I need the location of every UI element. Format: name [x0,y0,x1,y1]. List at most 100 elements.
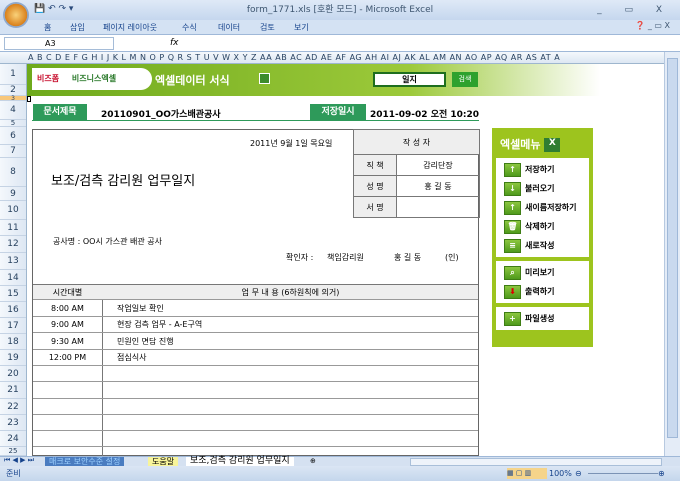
entry-task[interactable]: 작업일보 확인 [117,301,164,317]
search-button[interactable]: 검색 [452,72,478,87]
row-11[interactable]: 11 [0,220,26,236]
row-9[interactable]: 9 [0,187,26,201]
entry-task[interactable]: 현장 검측 업무 - A-E구역 [117,317,202,333]
row-4[interactable]: 4 [0,101,26,120]
row-headers[interactable]: 1 2 3 4 5 6 7 8 9 10 11 12 13 14 15 16 1… [0,64,27,456]
open-icon: ↓ [504,181,521,196]
table-row [33,399,478,415]
log-date[interactable]: 2011년 9월 1일 목요일 [250,138,332,149]
menu-preview[interactable]: ⌕ 미리보기 [496,263,589,282]
bizform-logo: 비즈폼 [37,74,60,83]
menu-open[interactable]: ↓ 불러오기 [496,179,589,198]
row-18[interactable]: 18 [0,334,26,350]
tab-review[interactable]: 검토 [260,22,275,33]
tab-insert[interactable]: 삽입 [70,22,85,33]
zoom-slider[interactable] [588,473,658,474]
project-name[interactable]: 공사명 : OO시 가스관 배관 공사 [53,236,162,247]
ribbon-tabs: 홈 삽입 페이지 레이아웃 수식 데이터 검토 보기 ❓ _ ▭ X [0,20,680,35]
entry-time[interactable]: 9:30 AM [33,334,102,350]
table-row [33,366,478,383]
table-row: 9:30 AM 민원인 면담 진행 [33,334,478,350]
row-25[interactable]: 25 [0,447,26,456]
tab-view[interactable]: 보기 [294,22,309,33]
row-13[interactable]: 13 [0,253,26,270]
row-7[interactable]: 7 [0,145,26,158]
quick-access-toolbar[interactable]: 💾 ↶ ↷ ▾ [34,4,73,14]
author-sign[interactable] [396,196,480,218]
author-label-name: 성 명 [353,175,397,197]
menu-print-label: 출력하기 [525,287,555,296]
doc-title-label: 문서제목 [33,104,87,121]
table-row: 12:00 PM 점심식사 [33,350,478,366]
zoom-out-icon[interactable]: ⊖ [575,466,582,481]
menu-save-as-label: 새이름저장하기 [525,203,577,212]
entry-task[interactable]: 점심식사 [117,350,146,366]
column-headers[interactable]: A B C D E F G H I J K L M N O P Q R S T … [0,52,664,64]
header-time: 시간대별 [52,288,83,297]
menu-print[interactable]: ⬇ 출력하기 [496,282,589,301]
entry-task[interactable]: 민원인 면담 진행 [117,334,174,350]
menu-create-file-label: 파일생성 [525,314,555,323]
row-5[interactable]: 5 [0,120,26,127]
row-12[interactable]: 12 [0,236,26,253]
entry-time[interactable]: 12:00 PM [33,350,102,366]
row-8[interactable]: 8 [0,158,26,187]
office-button[interactable] [3,2,29,28]
menu-delete[interactable]: 🗑 삭제하기 [496,217,589,236]
search-input[interactable]: 일지 [373,72,446,87]
menu-new[interactable]: ≡ 새로작성 [496,236,589,255]
saved-label: 저장일시 [310,104,366,121]
zoom-in-icon[interactable]: ⊕ [658,466,665,481]
menu-save-as[interactable]: ↑ 새이름저장하기 [496,198,589,217]
formula-input[interactable] [182,36,662,51]
tab-home[interactable]: 홈 [44,22,51,33]
insert-sheet-icon[interactable]: ⊕ [310,457,316,465]
sheet-tab-macro[interactable]: 매크로 보안수준 설정 [45,457,125,466]
menu-title: 엑셀메뉴 X [492,128,593,158]
tab-nav-arrows[interactable]: ⏮ ◀ ▶ ⏭ [4,456,34,465]
tab-page-layout[interactable]: 페이지 레이아웃 [103,22,157,33]
row-17[interactable]: 17 [0,318,26,334]
row-10[interactable]: 10 [0,201,26,220]
scroll-thumb[interactable] [667,58,678,438]
entry-time[interactable]: 8:00 AM [33,301,102,317]
row-6[interactable]: 6 [0,127,26,145]
row-16[interactable]: 16 [0,302,26,318]
vertical-scrollbar[interactable] [664,52,680,456]
confirm-role[interactable]: 책임감리원 [327,252,364,263]
banner-title: 엑셀데이터 서식 [155,74,230,87]
row-1[interactable]: 1 [0,64,26,85]
tab-formulas[interactable]: 수식 [182,22,197,33]
entry-time[interactable]: 9:00 AM [33,317,102,333]
row-20[interactable]: 20 [0,366,26,382]
name-box[interactable]: A3 [4,37,114,50]
zoom-level[interactable]: 100% [549,466,572,481]
table-row [33,431,478,448]
horizontal-scrollbar[interactable] [410,458,662,466]
title-bar: form_1771.xls [호환 모드] - Microsoft Excel … [0,0,680,20]
menu-delete-label: 삭제하기 [525,222,555,231]
table-header-row: 시간대별 업 무 내 용 (6하원칙에 의거) [33,284,478,300]
menu-new-label: 새로작성 [525,241,555,250]
row-14[interactable]: 14 [0,270,26,286]
confirm-seal: (인) [445,253,459,262]
row-22[interactable]: 22 [0,399,26,415]
row-19[interactable]: 19 [0,350,26,366]
doc-title-value[interactable]: 20110901_OO가스배관공사 [101,107,221,120]
menu-create-file[interactable]: + 파일생성 [496,309,589,328]
row-21[interactable]: 21 [0,382,26,399]
help-icon[interactable]: ❓ _ ▭ X [635,21,670,30]
author-position[interactable]: 감리단장 [396,154,480,176]
table-row [33,383,478,399]
row-15[interactable]: 15 [0,286,26,302]
author-name[interactable]: 홍 길 동 [396,175,480,197]
window-controls[interactable]: _ ▭ X [597,0,672,20]
row-24[interactable]: 24 [0,431,26,447]
view-buttons[interactable]: ▦ ▢ ▥ [507,468,547,479]
row-23[interactable]: 23 [0,415,26,431]
sheet-tab-help[interactable]: 도움말 [148,457,179,466]
active-cell-a3[interactable] [27,96,31,102]
menu-save[interactable]: ↑ 저장하기 [496,160,589,179]
confirm-name[interactable]: 홍 길 동 [394,252,421,263]
tab-data[interactable]: 데이터 [218,22,240,33]
